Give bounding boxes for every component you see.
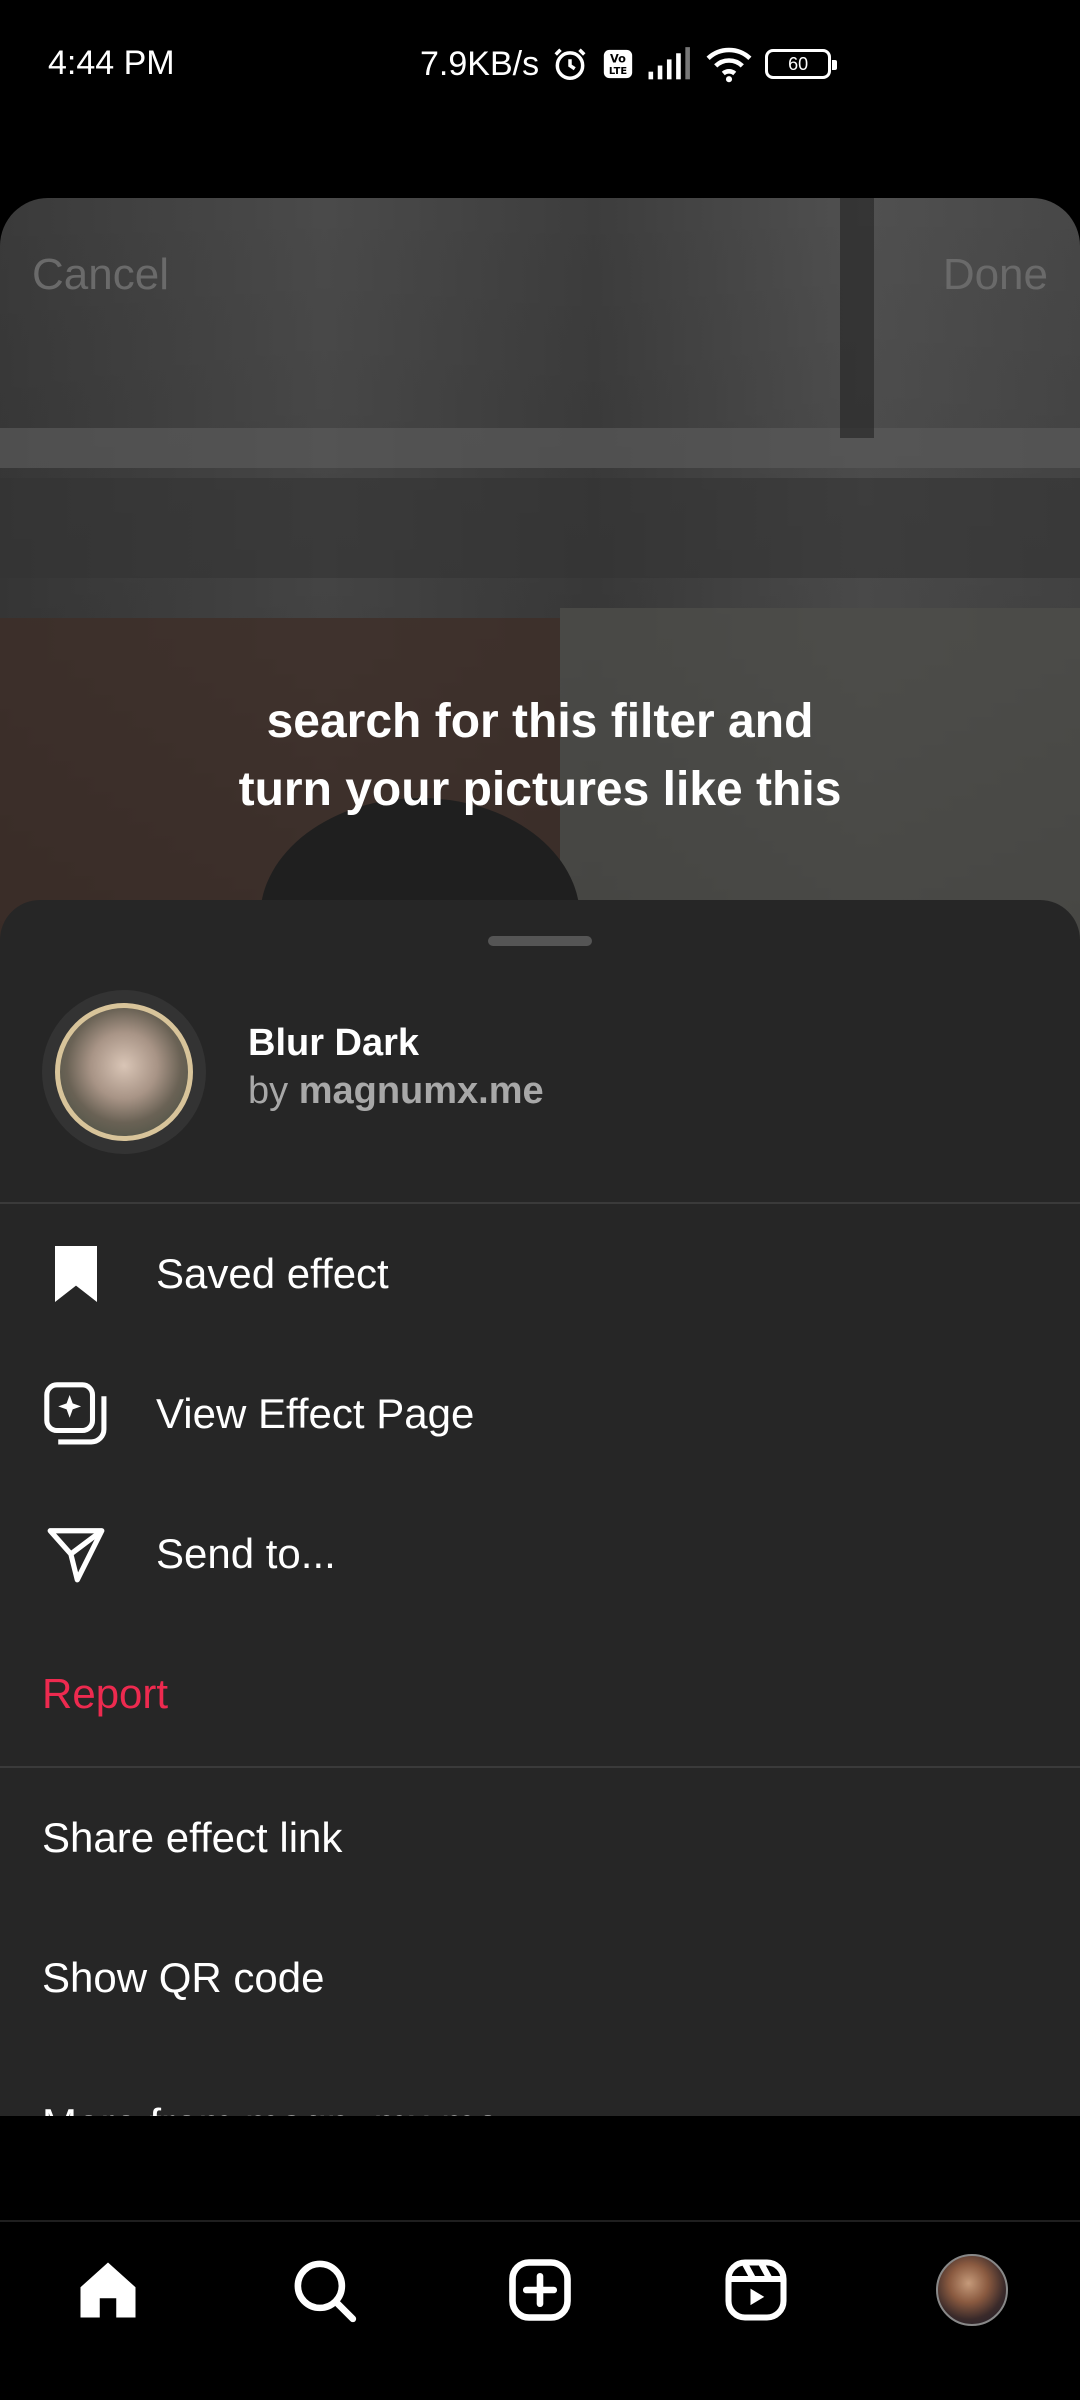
by-prefix: by bbox=[248, 1070, 289, 1112]
preview-background bbox=[0, 428, 1080, 468]
svg-text:Vo: Vo bbox=[610, 52, 626, 66]
bookmark-icon bbox=[42, 1240, 110, 1308]
effect-creator[interactable]: magnumx.me bbox=[299, 1070, 544, 1112]
reels-icon[interactable] bbox=[718, 2252, 794, 2328]
profile-avatar[interactable] bbox=[934, 2252, 1010, 2328]
signal-icon bbox=[647, 47, 693, 81]
caption-line: search for this filter and bbox=[266, 695, 814, 748]
create-icon[interactable] bbox=[502, 2252, 578, 2328]
show-qr-code-button[interactable]: Show QR code bbox=[0, 1908, 1080, 2048]
spacer bbox=[0, 2116, 1080, 2220]
status-time: 4:44 PM bbox=[48, 44, 175, 82]
saved-effect-label: Saved effect bbox=[156, 1250, 389, 1297]
effect-creator-line: by magnumx.me bbox=[248, 1070, 544, 1113]
effect-page-icon bbox=[42, 1380, 110, 1448]
effect-options-sheet: Blur Dark by magnumx.me Saved effect Vie… bbox=[0, 900, 1080, 2116]
effect-thumbnail bbox=[55, 1003, 193, 1141]
share-effect-link-button[interactable]: Share effect link bbox=[0, 1768, 1080, 1908]
send-icon bbox=[42, 1520, 110, 1588]
report-label: Report bbox=[42, 1670, 169, 1717]
view-effect-page-label: View Effect Page bbox=[156, 1390, 475, 1437]
effect-name: Blur Dark bbox=[248, 1022, 420, 1064]
view-effect-page-button[interactable]: View Effect Page bbox=[0, 1344, 1080, 1484]
bottom-navigation bbox=[0, 2220, 1080, 2356]
preview-background bbox=[0, 478, 1080, 578]
cancel-button[interactable]: Cancel bbox=[32, 250, 169, 300]
caption-line: turn your pictures like this bbox=[238, 763, 842, 816]
effect-header[interactable]: Blur Dark by magnumx.me bbox=[0, 990, 1080, 1154]
battery-icon: 60 bbox=[765, 49, 838, 79]
volte-icon: Vo LTE bbox=[601, 47, 635, 81]
gesture-bar-area bbox=[0, 2356, 1080, 2400]
saved-effect-button[interactable]: Saved effect bbox=[0, 1204, 1080, 1344]
done-button[interactable]: Done bbox=[943, 250, 1048, 300]
search-icon[interactable] bbox=[286, 2252, 362, 2328]
wifi-icon bbox=[705, 45, 753, 83]
report-button[interactable]: Report bbox=[0, 1624, 1080, 1764]
avatar bbox=[936, 2254, 1008, 2326]
effect-avatar[interactable] bbox=[42, 990, 206, 1154]
svg-text:LTE: LTE bbox=[609, 66, 627, 77]
send-to-button[interactable]: Send to... bbox=[0, 1484, 1080, 1624]
network-speed: 7.9KB/s bbox=[420, 44, 540, 83]
preview-caption: search for this filter and turn your pic… bbox=[0, 688, 1080, 824]
send-to-label: Send to... bbox=[156, 1530, 336, 1577]
show-qr-code-label: Show QR code bbox=[42, 1954, 325, 2001]
sheet-drag-handle[interactable] bbox=[488, 936, 592, 946]
more-from-creator-button[interactable]: More from magnumx.me bbox=[42, 2100, 499, 2116]
share-effect-link-label: Share effect link bbox=[42, 1814, 343, 1861]
alarm-icon bbox=[551, 45, 589, 83]
status-indicators: 7.9KB/s Vo LTE 60 bbox=[420, 40, 838, 88]
effect-preview: Cancel Done search for this filter and t… bbox=[0, 198, 1080, 958]
status-bar: 4:44 PM 7.9KB/s Vo LTE 60 bbox=[0, 0, 1080, 128]
battery-level: 60 bbox=[788, 53, 809, 74]
preview-background bbox=[840, 198, 874, 438]
home-icon[interactable] bbox=[70, 2252, 146, 2328]
